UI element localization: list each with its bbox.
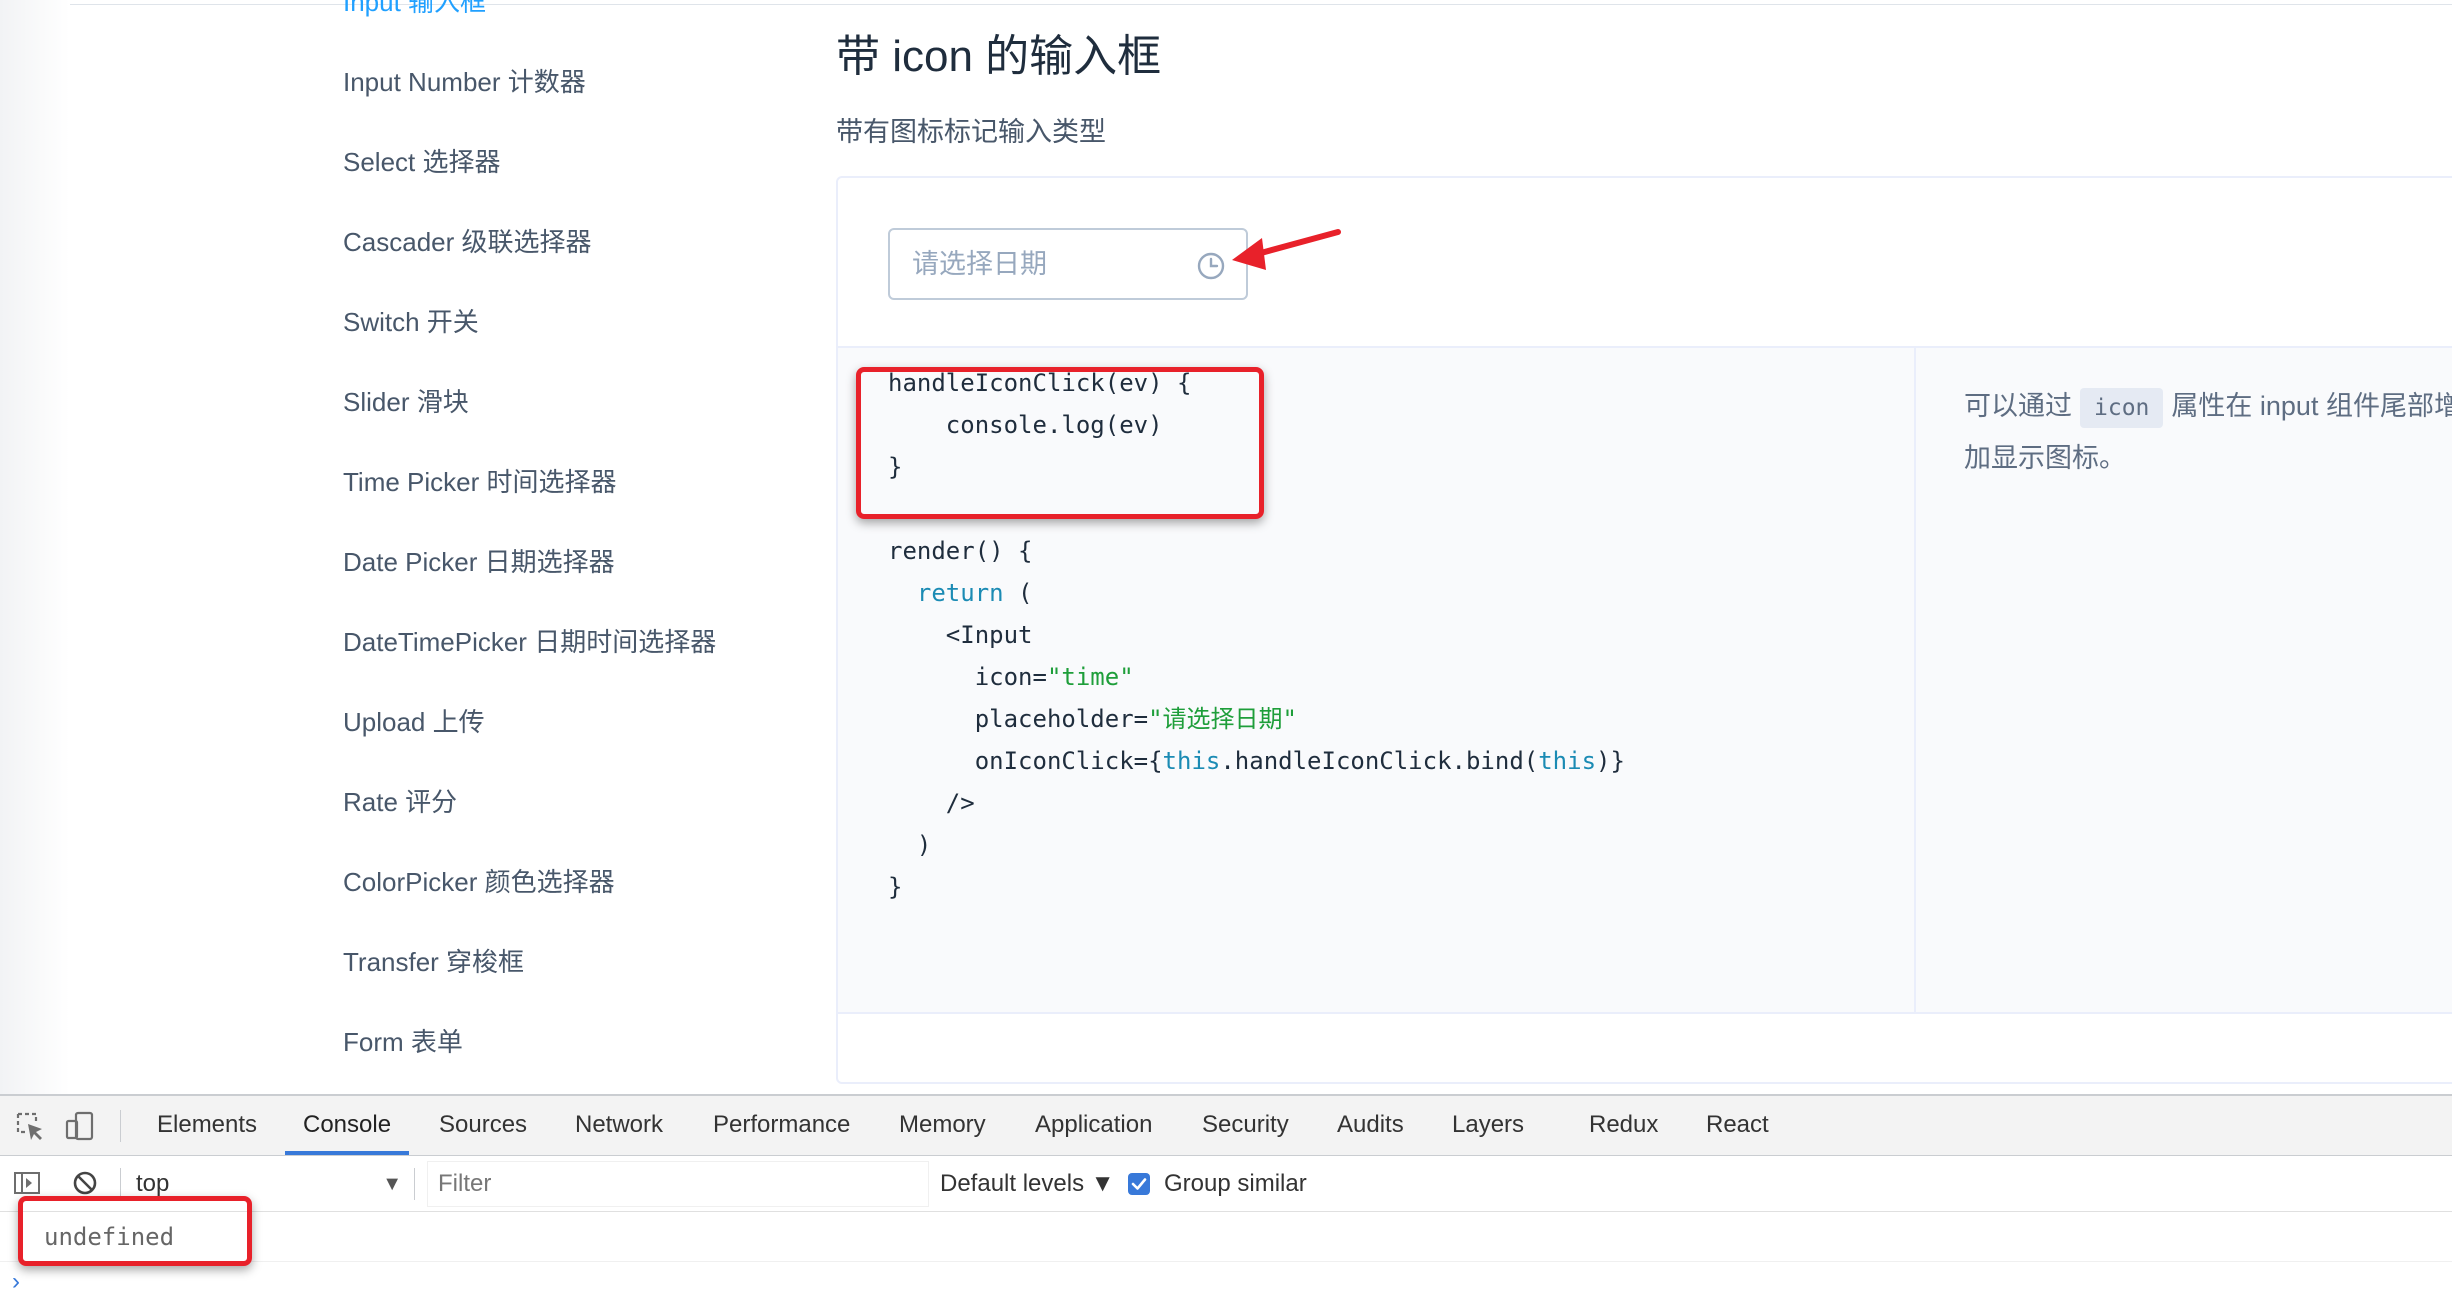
sidebar-item[interactable]: Select 选择器: [343, 142, 501, 182]
code-line: placeholder="请选择日期": [888, 698, 1297, 740]
sidebar-item[interactable]: Upload 上传: [343, 702, 485, 742]
code-line: render() {: [888, 530, 1033, 572]
sidebar-item[interactable]: Input Number 计数器: [343, 62, 586, 102]
clock-icon[interactable]: [1196, 251, 1226, 281]
toolbar-separator: [414, 1168, 415, 1200]
log-levels-dropdown[interactable]: Default levels ▼: [940, 1164, 1115, 1204]
console-message: undefined: [0, 1212, 2452, 1262]
sidebar-item[interactable]: Date Picker 日期选择器: [343, 542, 615, 582]
main-content: 带 icon 的输入框 带有图标标记输入类型 handleIconClick(e…: [836, 0, 2452, 1094]
description-prefix: 可以通过: [1964, 391, 2072, 421]
devtools-tab[interactable]: Performance: [713, 1096, 850, 1154]
code-token: placeholder=: [888, 705, 1149, 733]
console-prompt-icon[interactable]: ›: [12, 1264, 20, 1300]
show-console-sidebar-icon[interactable]: [12, 1168, 42, 1198]
devtools-tab[interactable]: Security: [1202, 1096, 1289, 1154]
code-line: console.log(ev): [888, 404, 1163, 446]
devtools-tab[interactable]: Application: [1035, 1096, 1152, 1154]
code-token: }: [888, 873, 903, 901]
devtools-tab[interactable]: Sources: [439, 1096, 527, 1154]
devtools-tab-bar: Elements Console Sources Network Performance…: [0, 1096, 2452, 1156]
sidebar-nav: Input 输入框 Input Number 计数器 Select 选择器 Casca…: [0, 0, 820, 1094]
console-toolbar: top ▼ Default levels ▼ Group similar: [0, 1156, 2452, 1212]
code-block: handleIconClick(ev) { console.log(ev)} re…: [838, 348, 1916, 1014]
code-line: onIconClick={this.handleIconClick.bind(t…: [888, 740, 1625, 782]
code-token: <Input: [888, 621, 1033, 649]
console-output: undefined ›: [0, 1212, 2452, 1300]
attribute-description: 可以通过 icon 属性在 input 组件尾部增加显示图标。: [1964, 380, 2452, 484]
code-keyword: this: [1162, 747, 1221, 775]
console-message-text: undefined: [44, 1223, 175, 1251]
sidebar-item[interactable]: ColorPicker 颜色选择器: [343, 862, 615, 902]
code-keyword: return: [916, 579, 1004, 607]
devtools-tab[interactable]: React: [1706, 1096, 1769, 1154]
devtools-tab[interactable]: Redux: [1589, 1096, 1658, 1154]
context-value: top: [136, 1170, 170, 1197]
sidebar-item[interactable]: DateTimePicker 日期时间选择器: [343, 622, 716, 662]
sidebar-item[interactable]: Switch 开关: [343, 302, 479, 342]
sidebar-item[interactable]: Input 输入框: [343, 0, 486, 22]
code-line: }: [888, 866, 902, 908]
sidebar-item[interactable]: Slider 滑块: [343, 382, 469, 422]
demo-meta: handleIconClick(ev) { console.log(ev)} re…: [838, 348, 2452, 1014]
code-line: handleIconClick(ev) {: [888, 362, 1191, 404]
code-token: icon=: [888, 663, 1047, 691]
demo-block: handleIconClick(ev) { console.log(ev)} re…: [836, 176, 2452, 1084]
checkbox-checked-icon[interactable]: [1128, 1173, 1150, 1195]
devtools-panel: Elements Console Sources Network Performance…: [0, 1094, 2452, 1298]
sidebar-item[interactable]: Cascader 级联选择器: [343, 222, 592, 262]
sidebar-item[interactable]: Rate 评分: [343, 782, 457, 822]
group-similar-label: Group similar: [1164, 1170, 1307, 1197]
section-title: 带 icon 的输入框: [836, 32, 1162, 81]
sidebar-item[interactable]: Time Picker 时间选择器: [343, 462, 617, 502]
devtools-tab[interactable]: Elements: [157, 1096, 257, 1154]
date-input-wrapper: [888, 228, 1248, 300]
context-selector[interactable]: top ▼: [136, 1164, 402, 1204]
code-token: handleIconClick(ev) {: [888, 369, 1192, 397]
devtools-tab[interactable]: Layers: [1452, 1096, 1524, 1154]
code-token: ): [888, 831, 932, 859]
docs-page: Input 输入框 Input Number 计数器 Select 选择器 Casca…: [0, 0, 2452, 1094]
code-string: "请选择日期": [1148, 705, 1297, 733]
code-line: return (: [888, 572, 1033, 614]
sidebar-item[interactable]: Form 表单: [343, 1022, 463, 1062]
code-token: console.log(ev): [888, 411, 1163, 439]
code-string: "time": [1046, 663, 1134, 691]
toolbar-separator: [120, 1168, 121, 1200]
code-line: <Input: [888, 614, 1033, 656]
code-line: icon="time": [888, 656, 1134, 698]
code-token: onIconClick={: [888, 747, 1163, 775]
demo-source: [838, 178, 2452, 348]
code-keyword: this: [1538, 747, 1597, 775]
device-toolbar-icon[interactable]: [64, 1110, 96, 1142]
console-filter-input[interactable]: [427, 1161, 929, 1207]
dropdown-triangle-icon: ▼: [382, 1173, 402, 1195]
code-line: }: [888, 446, 902, 488]
code-token: (: [1003, 579, 1033, 607]
inline-code-icon: icon: [2080, 388, 2164, 428]
devtools-tab[interactable]: Console: [284, 1096, 410, 1155]
devtools-tab[interactable]: Audits: [1337, 1096, 1404, 1154]
code-token: .handleIconClick.bind(: [1220, 747, 1539, 775]
sidebar-item[interactable]: Transfer 穿梭框: [343, 942, 524, 982]
code-token: )}: [1596, 747, 1625, 775]
tab-separator: [120, 1110, 121, 1142]
section-description: 带有图标标记输入类型: [836, 117, 1106, 147]
inspect-element-icon[interactable]: [14, 1110, 46, 1142]
devtools-tab[interactable]: Memory: [899, 1096, 986, 1154]
code-token: />: [888, 789, 975, 817]
clear-console-icon[interactable]: [70, 1168, 100, 1198]
code-line: />: [888, 782, 975, 824]
date-input[interactable]: [890, 230, 1246, 298]
code-token: render() {: [888, 537, 1033, 565]
code-token: }: [888, 453, 903, 481]
code-line: ): [888, 824, 931, 866]
devtools-tab[interactable]: Network: [575, 1096, 663, 1154]
